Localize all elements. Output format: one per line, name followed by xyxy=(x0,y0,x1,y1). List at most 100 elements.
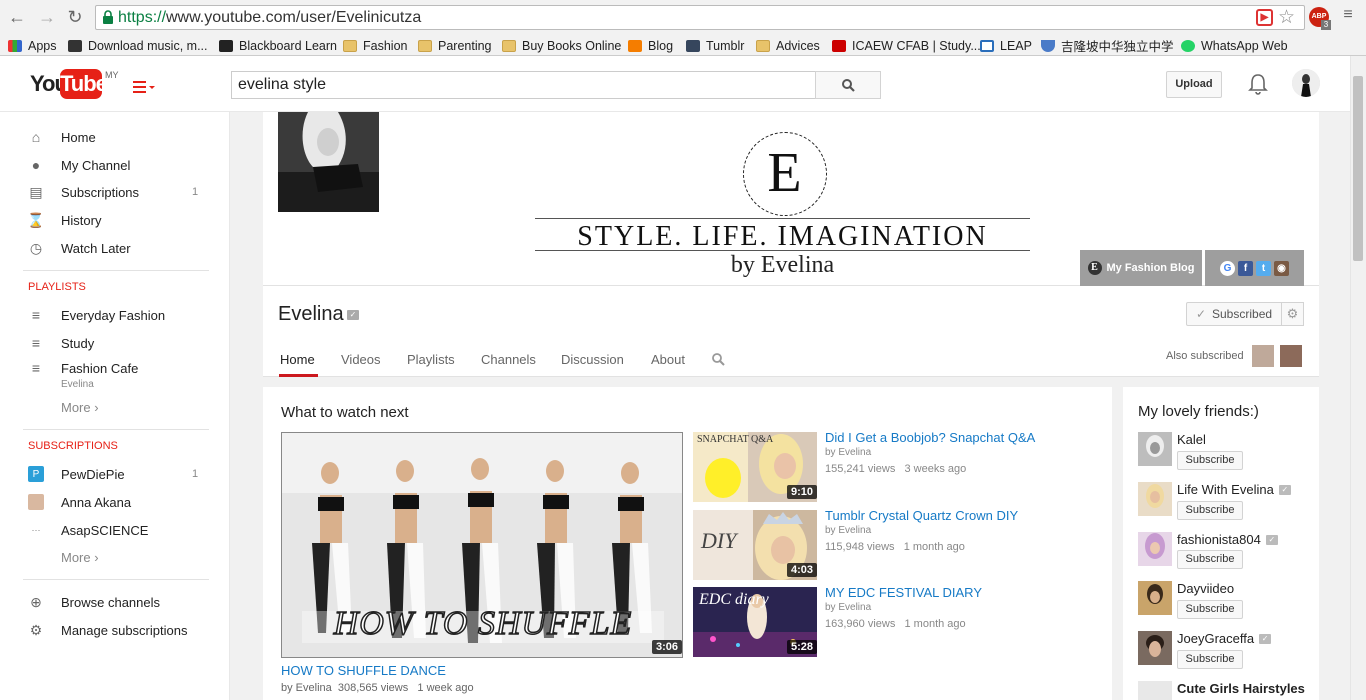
bookmark-tumblr[interactable]: Tumblr xyxy=(686,35,744,56)
subscriptions-more-link[interactable]: More › xyxy=(61,550,99,565)
also-subscribed-avatar[interactable] xyxy=(1280,345,1302,367)
scrollbar-thumb[interactable] xyxy=(1353,76,1363,261)
channel-avatar[interactable] xyxy=(1138,631,1172,665)
featured-channel-name[interactable]: Cute Girls Hairstyles xyxy=(1177,681,1305,696)
bookmark-label: Buy Books Online xyxy=(522,38,622,53)
channel-avatar[interactable] xyxy=(1138,581,1172,615)
upload-button[interactable]: Upload xyxy=(1166,71,1222,98)
featured-video-meta: by Evelina 308,565 views 1 week ago xyxy=(281,682,474,694)
featured-channel-name[interactable]: JoeyGraceffa ✓ xyxy=(1177,631,1272,646)
bookmark-school[interactable]: 吉隆坡中华独立中学 xyxy=(1041,35,1174,56)
back-icon[interactable]: ← xyxy=(6,6,28,28)
sidebar-divider xyxy=(23,270,209,271)
sidebar-divider xyxy=(23,579,209,580)
bookmark-leap[interactable]: LEAP xyxy=(980,35,1032,56)
sidebar-sub-pewdiepie[interactable]: P PewDiePie xyxy=(28,463,208,485)
account-avatar[interactable] xyxy=(1292,69,1320,97)
video-channel[interactable]: by Evelina xyxy=(825,525,871,536)
sidebar-item-label: PewDiePie xyxy=(61,466,125,482)
bookmark-download-music[interactable]: Download music, m... xyxy=(68,35,207,56)
bookmark-buy-books[interactable]: Buy Books Online xyxy=(502,35,621,56)
subscribe-button[interactable]: Subscribe xyxy=(1177,451,1243,470)
tab-playlists[interactable]: Playlists xyxy=(407,352,455,367)
tab-discussion[interactable]: Discussion xyxy=(561,352,624,367)
bookmark-whatsapp[interactable]: WhatsApp Web xyxy=(1181,35,1288,56)
youtube-logo-tube[interactable]: Tube xyxy=(60,69,108,99)
google-plus-icon[interactable]: G xyxy=(1220,260,1235,276)
sidebar-manage-subscriptions[interactable]: ⚙ Manage subscriptions xyxy=(28,619,208,641)
bookmark-apps[interactable]: Apps xyxy=(8,35,57,56)
video-channel[interactable]: by Evelina xyxy=(825,602,871,613)
channel-avatar[interactable] xyxy=(1138,482,1172,516)
facebook-icon[interactable]: f xyxy=(1238,260,1253,276)
tab-about[interactable]: About xyxy=(651,352,685,367)
video-thumbnail[interactable]: DIY 4:03 xyxy=(693,510,817,580)
channel-avatar[interactable] xyxy=(1138,681,1172,700)
bookmark-parenting[interactable]: Parenting xyxy=(418,35,492,56)
video-title[interactable]: MY EDC FESTIVAL DIARY xyxy=(825,585,982,600)
bookmark-advices[interactable]: Advices xyxy=(756,35,820,56)
sidebar-item-subscriptions[interactable]: ▤ Subscriptions xyxy=(28,181,208,203)
video-thumbnail[interactable]: SNAPCHAT Q&A 9:10 xyxy=(693,432,817,502)
sidebar-item-my-channel[interactable]: ● My Channel xyxy=(28,154,208,176)
sidebar-playlist-fashion-cafe[interactable]: ≡ Fashion Cafe xyxy=(28,357,208,379)
instagram-icon[interactable]: ◉ xyxy=(1274,260,1289,276)
bookmark-star-icon[interactable]: ☆ xyxy=(1278,6,1295,29)
subscribed-button[interactable]: ✓ Subscribed xyxy=(1186,302,1282,326)
channel-search-icon[interactable] xyxy=(712,353,725,366)
video-thumbnail[interactable]: EDC diary 5:28 xyxy=(693,587,817,657)
sidebar-playlist-study[interactable]: ≡ Study xyxy=(28,332,208,354)
channel-avatar[interactable] xyxy=(278,112,379,212)
bookmark-icaew[interactable]: ICAEW CFAB | Study... xyxy=(832,35,981,56)
channel-avatar[interactable] xyxy=(1138,532,1172,566)
search-input[interactable]: evelina style xyxy=(231,71,816,99)
search-button[interactable] xyxy=(815,71,881,99)
video-title[interactable]: Tumblr Crystal Quartz Crown DIY xyxy=(825,508,1018,523)
bookmark-blackboard[interactable]: Blackboard Learn xyxy=(219,35,337,56)
sidebar-item-watch-later[interactable]: ◷ Watch Later xyxy=(28,237,208,259)
channel-avatar[interactable] xyxy=(1138,432,1172,466)
playlists-more-link[interactable]: More › xyxy=(61,400,99,415)
tab-channels[interactable]: Channels xyxy=(481,352,536,367)
sidebar-item-label: Watch Later xyxy=(61,240,131,256)
playlist-owner: Evelina xyxy=(61,379,94,390)
sidebar-item-home[interactable]: ⌂ Home xyxy=(28,126,208,148)
featured-channels-title: My lovely friends:) xyxy=(1138,403,1259,420)
sidebar-playlist-everyday-fashion[interactable]: ≡ Everyday Fashion xyxy=(28,304,208,326)
subscription-settings-gear-icon[interactable]: ⚙ xyxy=(1282,302,1304,326)
featured-channel-name[interactable]: Dayviideo xyxy=(1177,581,1234,596)
fashion-blog-link[interactable]: E My Fashion Blog xyxy=(1080,250,1202,286)
video-channel[interactable]: by Evelina xyxy=(825,447,871,458)
forward-icon[interactable]: → xyxy=(36,6,58,28)
guide-menu-icon[interactable] xyxy=(133,80,155,94)
sidebar-sub-anna-akana[interactable]: Anna Akana xyxy=(28,491,208,513)
subscribe-button[interactable]: Subscribe xyxy=(1177,600,1243,619)
blog-icon: E xyxy=(1087,261,1102,275)
bookmark-blog[interactable]: Blog xyxy=(628,35,673,56)
video-title[interactable]: Did I Get a Boobjob? Snapchat Q&A xyxy=(825,430,1035,445)
video-channel[interactable]: by Evelina xyxy=(281,682,332,694)
featured-video-title[interactable]: HOW TO SHUFFLE DANCE xyxy=(281,663,446,678)
sidebar-item-history[interactable]: ⌛ History xyxy=(27,209,208,231)
notifications-bell-icon[interactable] xyxy=(1248,73,1268,95)
bookmark-fashion[interactable]: Fashion xyxy=(343,35,407,56)
apps-icon xyxy=(8,39,22,52)
tab-home[interactable]: Home xyxy=(280,352,315,367)
subscribe-button[interactable]: Subscribe xyxy=(1177,650,1243,669)
reload-icon[interactable]: ↻ xyxy=(64,6,86,28)
featured-channel-name[interactable]: Kalel xyxy=(1177,432,1206,447)
video-extension-icon[interactable]: ▶ xyxy=(1256,9,1273,26)
menu-icon[interactable]: ≡ xyxy=(1340,6,1356,26)
video-views: 308,565 views xyxy=(337,682,409,694)
twitter-icon[interactable]: t xyxy=(1256,260,1271,276)
also-subscribed-avatar[interactable] xyxy=(1252,345,1274,367)
sidebar-sub-asapscience[interactable]: ⋯ AsapSCIENCE xyxy=(28,519,208,541)
subscribe-button[interactable]: Subscribe xyxy=(1177,550,1243,569)
address-bar[interactable]: https:// www.youtube.com/user/Evelinicut… xyxy=(95,5,1305,30)
featured-channel-name[interactable]: Life With Evelina ✓ xyxy=(1177,482,1291,497)
sidebar-browse-channels[interactable]: ⊕ Browse channels xyxy=(28,591,208,613)
featured-channel-name[interactable]: fashionista804 ✓ xyxy=(1177,532,1278,547)
subscribe-button[interactable]: Subscribe xyxy=(1177,501,1243,520)
featured-video-thumbnail[interactable]: HOW TO SHUFFLE 3:06 xyxy=(281,432,683,658)
tab-videos[interactable]: Videos xyxy=(341,352,381,367)
